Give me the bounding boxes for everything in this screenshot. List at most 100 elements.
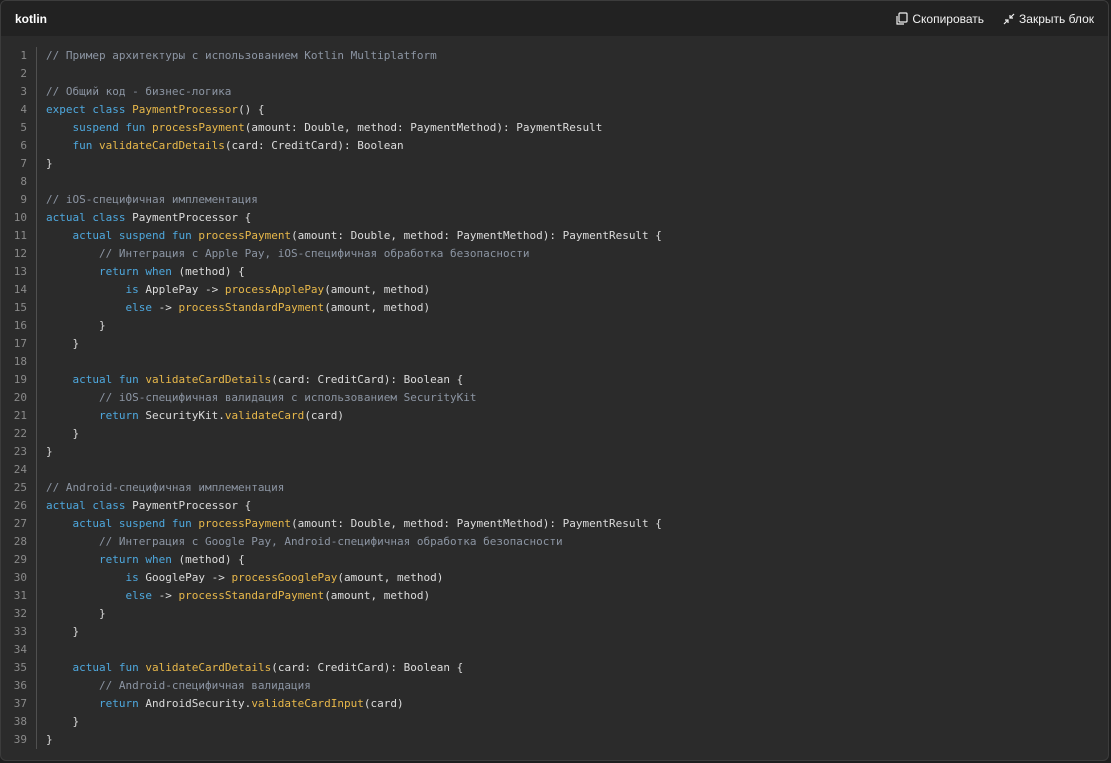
copy-label: Скопировать [912, 11, 985, 26]
code-text: else -> processStandardPayment(amount, m… [46, 587, 430, 605]
collapse-icon [1002, 12, 1016, 26]
code-token: } [46, 625, 80, 638]
code-token: actual fun [72, 661, 146, 674]
code-token: } [46, 319, 106, 332]
code-token: processStandardPayment [178, 589, 325, 602]
line-number: 2 [20, 67, 27, 80]
gutter-divider [36, 533, 37, 551]
gutter-divider [36, 101, 37, 119]
code-line: 6 fun validateCardDetails(card: CreditCa… [1, 137, 1108, 155]
code-text: // Android-специфичная валидация [46, 677, 311, 695]
code-text: } [46, 713, 79, 731]
line-number: 15 [13, 301, 27, 314]
line-number: 6 [20, 139, 27, 152]
code-text: } [46, 623, 79, 641]
code-text: return AndroidSecurity.validateCardInput… [46, 695, 404, 713]
line-number: 34 [13, 643, 27, 656]
copy-icon [895, 11, 909, 26]
gutter-divider [36, 263, 37, 281]
line-number: 3 [20, 85, 27, 98]
code-line: 19 actual fun validateCardDetails(card: … [1, 371, 1108, 389]
close-block-button[interactable]: Закрыть блок [1002, 12, 1094, 26]
code-line: 4 expect class PaymentProcessor() { [1, 101, 1108, 119]
line-number: 23 [13, 445, 27, 458]
code-token: processApplePay [224, 283, 325, 296]
gutter-divider [36, 335, 37, 353]
code-line: 38 } [1, 713, 1108, 731]
code-text: // Интеграция с Google Pay, Android-спец… [46, 533, 563, 551]
code-line: 29 return when (method) { [1, 551, 1108, 569]
code-token: } [46, 607, 106, 620]
line-number: 28 [13, 535, 27, 548]
line-number: 17 [13, 337, 27, 350]
line-number: 1 [20, 49, 27, 62]
code-token: actual suspend fun [72, 517, 199, 530]
code-text: suspend fun processPayment(amount: Doubl… [46, 119, 603, 137]
code-token: () { [238, 103, 265, 116]
copy-button[interactable]: Скопировать [895, 12, 984, 26]
code-token: (method) { [178, 553, 245, 566]
code-token: (card) [363, 697, 404, 710]
code-token: } [46, 715, 80, 728]
code-token: suspend fun [72, 121, 152, 134]
gutter-divider [36, 83, 37, 101]
gutter-divider [36, 605, 37, 623]
code-token: validateCardInput [251, 697, 364, 710]
line-number: 31 [13, 589, 27, 602]
gutter-divider [36, 173, 37, 191]
code-token: (card) [304, 409, 345, 422]
code-text: // Интеграция с Apple Pay, iOS-специфичн… [46, 245, 529, 263]
language-label: kotlin [15, 11, 47, 26]
gutter-divider [36, 245, 37, 263]
code-token: // Android-специфичная имплементация [46, 481, 285, 494]
code-token: (amount, method) [324, 283, 431, 296]
code-text: actual class PaymentProcessor { [46, 209, 251, 227]
code-text: } [46, 443, 53, 461]
code-token: } [46, 445, 53, 458]
code-text: // Пример архитектуры с использованием K… [46, 47, 437, 65]
code-token: validateCardDetails [145, 373, 272, 386]
code-line: 26 actual class PaymentProcessor { [1, 497, 1108, 515]
code-text: else -> processStandardPayment(amount, m… [46, 299, 430, 317]
line-number: 39 [13, 733, 27, 746]
code-token: actual class [46, 499, 133, 512]
code-token: ApplePay -> [145, 283, 225, 296]
code-text: is ApplePay -> processApplePay(amount, m… [46, 281, 430, 299]
code-text: } [46, 335, 79, 353]
gutter-divider [36, 569, 37, 587]
code-text: } [46, 425, 79, 443]
code-line: 30 is GooglePay -> processGooglePay(amou… [1, 569, 1108, 587]
code-line: 28 // Интеграция с Google Pay, Android-с… [1, 533, 1108, 551]
code-line: 9 // iOS-специфичная имплементация [1, 191, 1108, 209]
code-text: return when (method) { [46, 551, 245, 569]
code-block: kotlin Скопировать Закрыть блок 1 // При… [0, 0, 1109, 761]
gutter-divider [36, 47, 37, 65]
line-number: 13 [13, 265, 27, 278]
code-line: 25 // Android-специфичная имплементация [1, 479, 1108, 497]
code-token: // Интеграция с Google Pay, Android-спец… [98, 535, 563, 548]
gutter-divider [36, 281, 37, 299]
code-token: else [125, 301, 159, 314]
code-token: // Пример архитектуры с использованием K… [46, 49, 437, 62]
code-line: 39} [1, 731, 1108, 749]
code-area: 1 // Пример архитектуры с использованием … [1, 36, 1108, 760]
code-text: } [46, 155, 53, 173]
code-token: } [46, 427, 80, 440]
line-number: 11 [13, 229, 27, 242]
code-line: 23} [1, 443, 1108, 461]
code-text: actual fun validateCardDetails(card: Cre… [46, 659, 464, 677]
code-token: processStandardPayment [178, 301, 325, 314]
gutter-divider [36, 497, 37, 515]
code-token: else [125, 589, 159, 602]
gutter-divider [36, 443, 37, 461]
code-line: 16 } [1, 317, 1108, 335]
gutter-divider [36, 623, 37, 641]
code-token: } [46, 157, 53, 170]
line-number: 20 [13, 391, 27, 404]
gutter-divider [36, 713, 37, 731]
